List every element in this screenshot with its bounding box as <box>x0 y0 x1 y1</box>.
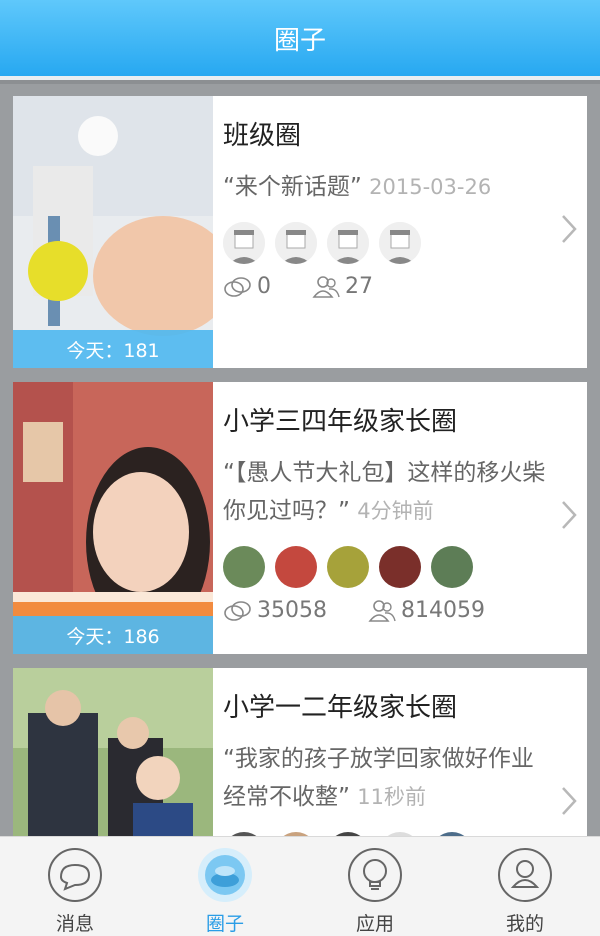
circle-title: 小学一二年级家长圈 <box>223 693 458 723</box>
circle-info: 小学三四年级家长圈 “【愚人节大礼包】这样的移火柴你见过吗？” 4分钟前 350… <box>213 382 587 654</box>
circle-title: 班级圈 <box>223 121 302 151</box>
circle-stats: 35058 814059 <box>223 598 587 623</box>
circle-stats: 0 27 <box>223 274 587 299</box>
circle-card-class[interactable]: 今天：181 班级圈 “来个新话题” 2015-03-26 0 27 <box>13 96 587 368</box>
person-icon <box>498 848 552 902</box>
tab-label: 应用 <box>355 913 394 935</box>
circle-thumbnail: 今天：181 <box>13 96 213 368</box>
circle-title: 小学三四年级家长圈 <box>223 407 458 437</box>
page-header: 圈子 <box>0 0 600 80</box>
circle-thumbnail: 今天：186 <box>13 382 213 654</box>
tab-label: 消息 <box>55 913 94 935</box>
topic-text: “来个新话题” <box>223 174 362 200</box>
circle-thumbnail <box>13 668 213 836</box>
comment-icon <box>224 600 251 621</box>
avatar[interactable] <box>379 222 421 264</box>
tab-profile[interactable]: 我的 <box>450 837 600 936</box>
circle-feed[interactable]: 今天：181 班级圈 “来个新话题” 2015-03-26 0 27 今天：18… <box>0 84 600 836</box>
avatar[interactable] <box>275 546 317 588</box>
avatar[interactable] <box>275 222 317 264</box>
members-icon <box>368 599 396 622</box>
member-count: 27 <box>345 274 373 299</box>
latest-topic: “【愚人节大礼包】这样的移火柴你见过吗？” 4分钟前 <box>223 454 553 530</box>
tab-circles[interactable]: 圈子 <box>150 837 300 936</box>
avatar[interactable] <box>327 546 369 588</box>
chevron-right-icon[interactable] <box>561 786 577 816</box>
avatar[interactable] <box>431 546 473 588</box>
topic-time: 11秒前 <box>357 785 426 809</box>
circle-info: 小学一二年级家长圈 “我家的孩子放学回家做好作业经常不收整” 11秒前 <box>213 668 587 836</box>
topic-time: 2015-03-26 <box>369 175 492 199</box>
tab-label: 圈子 <box>205 913 244 935</box>
tab-apps[interactable]: 应用 <box>300 837 450 936</box>
thumbnail-image <box>13 96 213 368</box>
member-avatars <box>223 222 587 264</box>
latest-topic: “我家的孩子放学回家做好作业经常不收整” 11秒前 <box>223 740 553 816</box>
members-icon <box>312 275 340 298</box>
bottom-tab-bar: 消息 圈子 应用 我的 <box>0 836 600 936</box>
avatar[interactable] <box>379 546 421 588</box>
circle-card-grade12[interactable]: 小学一二年级家长圈 “我家的孩子放学回家做好作业经常不收整” 11秒前 <box>13 668 587 836</box>
topic-time: 4分钟前 <box>357 499 434 523</box>
lightbulb-icon <box>348 848 402 902</box>
thumbnail-image <box>13 382 213 654</box>
tab-label: 我的 <box>505 913 544 935</box>
member-count: 814059 <box>401 598 485 623</box>
today-count: 今天：186 <box>13 616 213 654</box>
page-title: 圈子 <box>273 25 326 56</box>
today-count: 今天：181 <box>13 330 213 368</box>
thumbnail-image <box>13 668 213 836</box>
circle-info: 班级圈 “来个新话题” 2015-03-26 0 27 <box>213 96 587 368</box>
chevron-right-icon[interactable] <box>561 500 577 530</box>
member-avatars <box>223 546 587 588</box>
comment-icon <box>224 276 251 297</box>
comment-count: 35058 <box>257 598 327 623</box>
comment-count: 0 <box>257 274 271 299</box>
tab-messages[interactable]: 消息 <box>0 837 150 936</box>
circle-card-grade34[interactable]: 今天：186 小学三四年级家长圈 “【愚人节大礼包】这样的移火柴你见过吗？” 4… <box>13 382 587 654</box>
avatar[interactable] <box>223 546 265 588</box>
avatar[interactable] <box>327 222 369 264</box>
circle-icon <box>198 848 252 902</box>
latest-topic: “来个新话题” 2015-03-26 <box>223 168 553 206</box>
chat-bubble-icon <box>48 848 102 902</box>
chevron-right-icon[interactable] <box>561 214 577 244</box>
avatar[interactable] <box>223 222 265 264</box>
